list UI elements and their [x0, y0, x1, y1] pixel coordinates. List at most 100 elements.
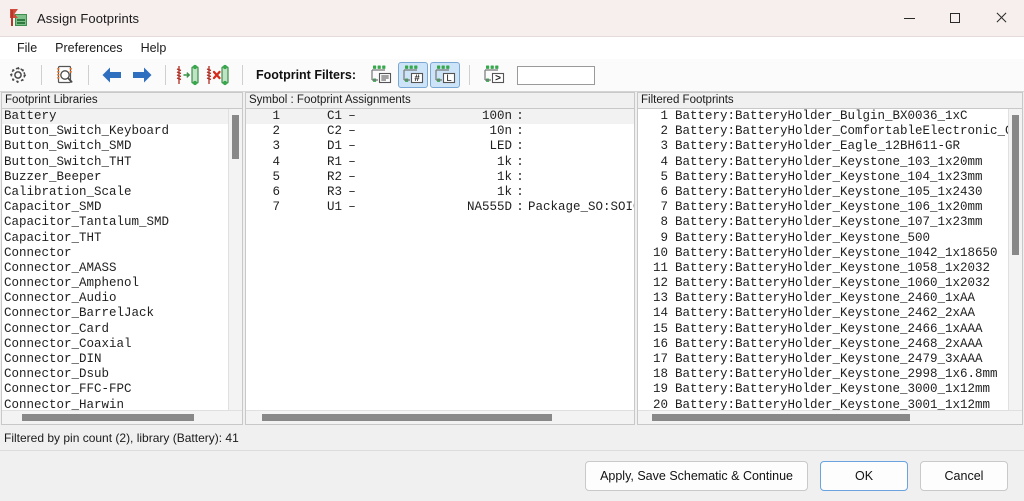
- symbol-assignments-list[interactable]: 1 C1–100n:2 C2–10n:3 D1– LED:4 R1–1k:5 R2–1k:6…: [246, 109, 634, 410]
- footprint-list-item[interactable]: 20 Battery:BatteryHolder_Keystone_3001_1x…: [638, 398, 1008, 410]
- footprint-list-item[interactable]: 15 Battery:BatteryHolder_Keystone_2466_1x…: [638, 322, 1008, 337]
- footprint-row-name: Battery:BatteryHolder_Keystone_2468_2xAA…: [675, 336, 983, 351]
- filter-by-text-button[interactable]: >: [479, 62, 509, 88]
- footprint-row-name: Battery:BatteryHolder_Keystone_106_1x20m…: [675, 200, 983, 215]
- symbol-row-footprint: [528, 185, 634, 200]
- library-list-item[interactable]: Connector_BarrelJack: [2, 306, 228, 321]
- previous-symbol-button[interactable]: [98, 62, 126, 88]
- ok-button[interactable]: OK: [820, 461, 908, 491]
- symbol-row-dash: –: [348, 184, 356, 199]
- symbol-row-index: 2: [272, 124, 280, 139]
- library-list-item[interactable]: Capacitor_Tantalum_SMD: [2, 215, 228, 230]
- footprint-list-item[interactable]: 8 Battery:BatteryHolder_Keystone_107_1x23…: [638, 215, 1008, 230]
- cancel-button[interactable]: Cancel: [920, 461, 1008, 491]
- library-list-item[interactable]: Connector_Coaxial: [2, 337, 228, 352]
- symbol-assignment-row[interactable]: 7 U1– NA555D: Package_SO:SOIC-8_3.9: [246, 200, 634, 215]
- footprint-row-name: Battery:BatteryHolder_Keystone_105_1x243…: [675, 184, 983, 199]
- footprint-list-item[interactable]: 6 Battery:BatteryHolder_Keystone_105_1x24…: [638, 185, 1008, 200]
- symbol-assignment-row[interactable]: 3 D1– LED:: [246, 139, 634, 154]
- view-footprint-button[interactable]: [51, 62, 79, 88]
- footprint-list-item[interactable]: 7 Battery:BatteryHolder_Keystone_106_1x20…: [638, 200, 1008, 215]
- menu-help[interactable]: Help: [132, 39, 176, 57]
- footprint-row-name: Battery:BatteryHolder_Eagle_12BH611-GR: [675, 139, 961, 154]
- library-list-item[interactable]: Button_Switch_Keyboard: [2, 124, 228, 139]
- symbol-assignment-row[interactable]: 1 C1– 100n:: [246, 109, 634, 125]
- footprint-row-name: Battery:BatteryHolder_Keystone_104_1x23m…: [675, 169, 983, 184]
- symbols-horizontal-scrollbar[interactable]: [246, 410, 634, 424]
- auto-assign-button[interactable]: [175, 62, 203, 88]
- footprint-row-index: 4: [660, 154, 668, 169]
- footprint-libraries-pane: Footprint Libraries Battery Button_Switch…: [1, 92, 243, 425]
- footprint-list-item[interactable]: 4 Battery:BatteryHolder_Keystone_103_1x20…: [638, 155, 1008, 170]
- arrow-left-icon: [102, 67, 121, 83]
- footprint-list-item[interactable]: 9 Battery:BatteryHolder_Keystone_500: [638, 231, 1008, 246]
- footprint-row-name: Battery:BatteryHolder_Keystone_2998_1x6.…: [675, 367, 998, 382]
- symbols-hscroll-thumb[interactable]: [262, 414, 552, 421]
- footprint-list-item[interactable]: 14 Battery:BatteryHolder_Keystone_2462_2x…: [638, 306, 1008, 321]
- library-list-item[interactable]: Connector_Card: [2, 322, 228, 337]
- footprint-list-item[interactable]: 5 Battery:BatteryHolder_Keystone_104_1x23…: [638, 170, 1008, 185]
- symbol-row-dash: –: [348, 169, 356, 184]
- maximize-button[interactable]: [932, 0, 978, 36]
- footprint-list-item[interactable]: 19 Battery:BatteryHolder_Keystone_3000_1x…: [638, 382, 1008, 397]
- footprint-list-item[interactable]: 18 Battery:BatteryHolder_Keystone_2998_1x…: [638, 367, 1008, 382]
- symbol-assignment-row[interactable]: 2 C2– 10n:: [246, 124, 634, 139]
- library-list-item[interactable]: Capacitor_THT: [2, 231, 228, 246]
- footprint-list-item[interactable]: 1 Battery:BatteryHolder_Bulgin_BX0036_1xC: [638, 109, 1008, 124]
- library-list-item[interactable]: Button_Switch_SMD: [2, 139, 228, 154]
- library-list-item[interactable]: Button_Switch_THT: [2, 155, 228, 170]
- footprint-list-item[interactable]: 13 Battery:BatteryHolder_Keystone_2460_1x…: [638, 291, 1008, 306]
- libraries-scroll-thumb[interactable]: [232, 115, 239, 159]
- libraries-hscroll-thumb[interactable]: [22, 414, 194, 421]
- symbol-assignment-row[interactable]: 4 R1– 1k:: [246, 155, 634, 170]
- configure-paths-button[interactable]: [4, 62, 32, 88]
- next-symbol-button[interactable]: [128, 62, 156, 88]
- apply-save-continue-button[interactable]: Apply, Save Schematic & Continue: [585, 461, 808, 491]
- filter-by-library-button[interactable]: L: [430, 62, 460, 88]
- library-list-item[interactable]: Connector_FFC-FPC: [2, 382, 228, 397]
- footprints-hscroll-thumb[interactable]: [652, 414, 910, 421]
- minimize-button[interactable]: [886, 0, 932, 36]
- filter-by-keyword-button[interactable]: [366, 62, 396, 88]
- footprint-row-index: 18: [652, 367, 668, 382]
- symbol-row-value: 1k: [496, 154, 512, 169]
- close-button[interactable]: [978, 0, 1024, 36]
- footprint-list-item[interactable]: 10 Battery:BatteryHolder_Keystone_1042_1x…: [638, 246, 1008, 261]
- menu-preferences[interactable]: Preferences: [46, 39, 131, 57]
- library-list-item[interactable]: Connector_DIN: [2, 352, 228, 367]
- svg-text:L: L: [446, 73, 451, 84]
- delete-assignment-button[interactable]: [205, 62, 233, 88]
- symbol-row-reference: C1: [326, 109, 342, 123]
- library-list-item[interactable]: Connector_Audio: [2, 291, 228, 306]
- footprint-list-item[interactable]: 12 Battery:BatteryHolder_Keystone_1060_1x…: [638, 276, 1008, 291]
- symbol-row-index: 1: [272, 109, 280, 123]
- library-list-item[interactable]: Connector_Amphenol: [2, 276, 228, 291]
- library-list-item[interactable]: Buzzer_Beeper: [2, 170, 228, 185]
- library-list-item[interactable]: Connector: [2, 246, 228, 261]
- filtered-footprints-list[interactable]: 1 Battery:BatteryHolder_Bulgin_BX0036_1xC…: [638, 109, 1008, 410]
- footprints-scroll-thumb[interactable]: [1012, 115, 1019, 255]
- library-list-item[interactable]: Connector_Dsub: [2, 367, 228, 382]
- footprint-list-item[interactable]: 11 Battery:BatteryHolder_Keystone_1058_1x…: [638, 261, 1008, 276]
- libraries-vertical-scrollbar[interactable]: [228, 109, 242, 410]
- footprint-list-item[interactable]: 17 Battery:BatteryHolder_Keystone_2479_3x…: [638, 352, 1008, 367]
- footprint-row-index: 5: [660, 169, 668, 184]
- footprint-list-item[interactable]: 16 Battery:BatteryHolder_Keystone_2468_2x…: [638, 337, 1008, 352]
- footprints-vertical-scrollbar[interactable]: [1008, 109, 1022, 410]
- library-list-item[interactable]: Capacitor_SMD: [2, 200, 228, 215]
- library-list-item[interactable]: Calibration_Scale: [2, 185, 228, 200]
- symbol-assignment-row[interactable]: 6 R3– 1k:: [246, 185, 634, 200]
- assign-footprints-dialog: Assign Footprints File Preferences Help: [0, 0, 1024, 501]
- filter-by-pin-count-button[interactable]: #: [398, 62, 428, 88]
- footprint-libraries-list[interactable]: Battery Button_Switch_Keyboard Button_Swit…: [2, 109, 228, 410]
- footprint-filter-input[interactable]: [517, 65, 595, 85]
- library-list-item[interactable]: Connector_Harwin: [2, 398, 228, 410]
- footprint-list-item[interactable]: 3 Battery:BatteryHolder_Eagle_12BH611-GR: [638, 139, 1008, 154]
- footprint-list-item[interactable]: 2 Battery:BatteryHolder_ComfortableElectr…: [638, 124, 1008, 139]
- libraries-horizontal-scrollbar[interactable]: [2, 410, 242, 424]
- symbol-assignment-row[interactable]: 5 R2– 1k:: [246, 170, 634, 185]
- footprints-horizontal-scrollbar[interactable]: [638, 410, 1022, 424]
- library-list-item[interactable]: Battery: [2, 109, 228, 125]
- menu-file[interactable]: File: [8, 39, 46, 57]
- library-list-item[interactable]: Connector_AMASS: [2, 261, 228, 276]
